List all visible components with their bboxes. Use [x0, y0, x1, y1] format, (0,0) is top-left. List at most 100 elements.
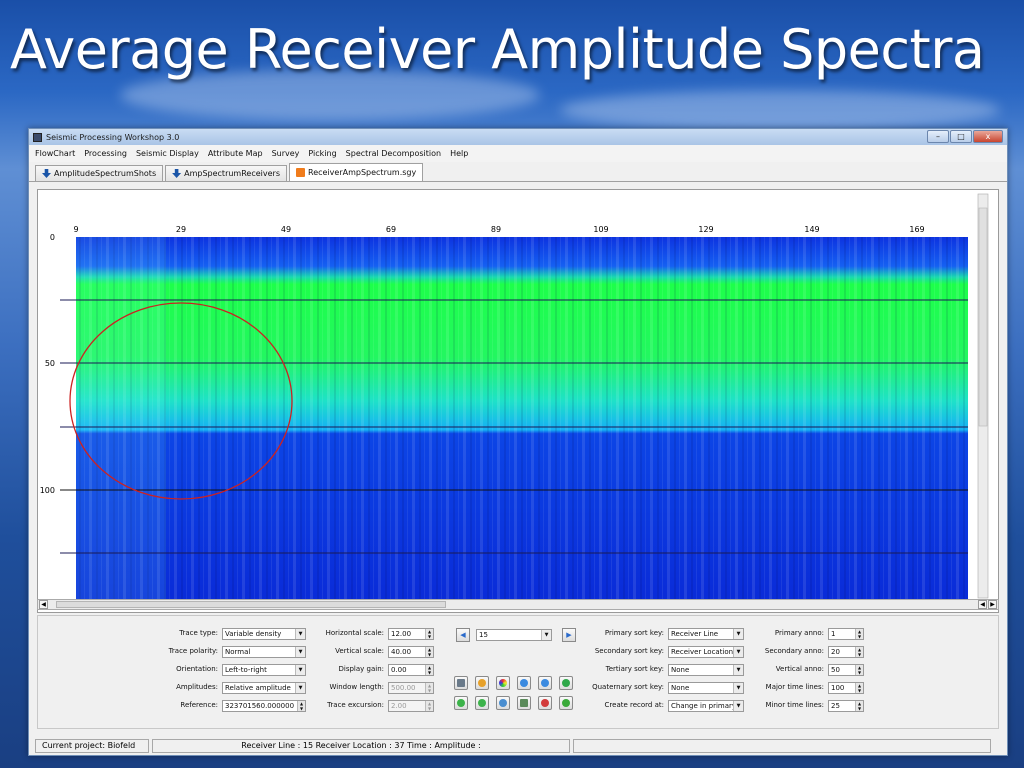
- primary-anno-field[interactable]: 1 ▲ ▼: [828, 628, 864, 640]
- vertical-scrollbar-thumb[interactable]: [978, 207, 988, 427]
- y-tick-label: 0: [50, 233, 55, 242]
- tab-label: AmplitudeSpectrumShots: [54, 169, 157, 178]
- menu-help[interactable]: Help: [450, 149, 468, 158]
- window-length-label: Window length:: [329, 683, 385, 691]
- tab-label: ReceiverAmpSpectrum.sgy: [308, 168, 417, 177]
- tab-amp-spectrum-receivers[interactable]: AmpSpectrumReceivers: [165, 165, 287, 181]
- x-tick-label: 169: [909, 225, 924, 234]
- horizontal-scrollbar-thumb[interactable]: [56, 601, 446, 608]
- tab-amplitude-spectrum-shots[interactable]: AmplitudeSpectrumShots: [35, 165, 164, 181]
- create-record-at-label: Create record at:: [604, 701, 664, 709]
- color-tool-button[interactable]: [475, 676, 489, 690]
- tab-receiver-amp-spectrum[interactable]: ReceiverAmpSpectrum.sgy: [289, 163, 424, 181]
- horizontal-scale-field[interactable]: 12.00 ▲ ▼: [388, 628, 434, 640]
- stop-button[interactable]: [538, 696, 552, 710]
- status-empty-panel: [573, 739, 991, 753]
- minor-time-lines-field[interactable]: 25 ▲ ▼: [828, 700, 864, 712]
- window-titlebar[interactable]: Seismic Processing Workshop 3.0 – □ x: [29, 129, 1007, 145]
- menu-spectral-decomposition[interactable]: Spectral Decomposition: [346, 149, 441, 158]
- spin-arrows-icon[interactable]: ▲ ▼: [425, 665, 433, 675]
- quaternary-sort-key-label: Quaternary sort key:: [592, 683, 664, 691]
- y-tick-label: 100: [40, 486, 55, 495]
- x-tick-label: 109: [593, 225, 608, 234]
- x-tick-label: 129: [698, 225, 713, 234]
- vertical-scale-field[interactable]: 40.00 ▲ ▼: [388, 646, 434, 658]
- menu-picking[interactable]: Picking: [308, 149, 336, 158]
- secondary-sort-key-label: Secondary sort key:: [594, 647, 664, 655]
- vertical-scale-label: Vertical scale:: [335, 647, 384, 655]
- secondary-sort-key-select[interactable]: Receiver Location ▼: [668, 646, 744, 658]
- vertical-anno-field[interactable]: 50 ▲ ▼: [828, 664, 864, 676]
- menu-attribute-map[interactable]: Attribute Map: [208, 149, 263, 158]
- window-title: Seismic Processing Workshop 3.0: [46, 132, 180, 142]
- maximize-button[interactable]: □: [950, 130, 972, 143]
- export-icon: [520, 699, 528, 707]
- seismic-plot[interactable]: 9 29 49 69 89 109 129 149 169 0 50 100: [38, 190, 998, 612]
- camera-icon: [457, 679, 465, 687]
- menu-seismic-display[interactable]: Seismic Display: [136, 149, 199, 158]
- undo-icon: [457, 699, 465, 707]
- palette-tool-button[interactable]: [496, 676, 510, 690]
- status-bar: Current project: Biofeld Receiver Line :…: [29, 737, 1007, 755]
- menu-survey[interactable]: Survey: [272, 149, 300, 158]
- scroll-left-icon[interactable]: ◀: [978, 600, 987, 609]
- zoom-out-icon: [541, 679, 549, 687]
- zoom-in-button[interactable]: [517, 676, 531, 690]
- zoom-out-button[interactable]: [538, 676, 552, 690]
- display-gain-label: Display gain:: [338, 665, 385, 673]
- vertical-anno-label: Vertical anno:: [775, 665, 824, 673]
- camera-tool-button[interactable]: [454, 676, 468, 690]
- spin-arrows-icon[interactable]: ▲ ▼: [425, 629, 433, 639]
- spin-arrows-icon[interactable]: ▲ ▼: [425, 701, 433, 711]
- spin-arrows-icon[interactable]: ▲ ▼: [425, 683, 433, 693]
- trace-type-label: Trace type:: [179, 629, 218, 637]
- spin-arrows-icon[interactable]: ▲ ▼: [855, 629, 863, 639]
- trace-texture: [76, 237, 166, 601]
- previous-record-button[interactable]: ◀: [456, 628, 470, 642]
- download-arrow-icon: [172, 169, 182, 178]
- pick-button[interactable]: [496, 696, 510, 710]
- spin-arrows-icon[interactable]: ▲ ▼: [855, 647, 863, 657]
- undo-button[interactable]: [454, 696, 468, 710]
- menu-flowchart[interactable]: FlowChart: [35, 149, 75, 158]
- x-tick-label: 69: [386, 225, 396, 234]
- create-record-at-select[interactable]: Change in primary ▼: [668, 700, 744, 712]
- slide-title: Average Receiver Amplitude Spectra: [10, 18, 985, 81]
- major-time-lines-field[interactable]: 100 ▲ ▼: [828, 682, 864, 694]
- quaternary-sort-key-select[interactable]: None ▼: [668, 682, 744, 694]
- scroll-left-icon[interactable]: ◀: [39, 600, 48, 609]
- tertiary-sort-key-select[interactable]: None ▼: [668, 664, 744, 676]
- spin-arrows-icon[interactable]: ▲ ▼: [855, 683, 863, 693]
- menu-processing[interactable]: Processing: [84, 149, 127, 158]
- redo-button[interactable]: [475, 696, 489, 710]
- app-icon: [33, 132, 42, 142]
- record-select[interactable]: 15 ▼: [476, 629, 552, 641]
- primary-sort-key-label: Primary sort key:: [604, 629, 664, 637]
- x-tick-label: 9: [73, 225, 78, 234]
- status-cursor-info: Receiver Line : 15 Receiver Location : 3…: [152, 739, 570, 753]
- display-controls-panel: Trace type: Variable density ▼ Trace pola…: [37, 615, 999, 729]
- export-button[interactable]: [517, 696, 531, 710]
- secondary-anno-label: Secondary anno:: [764, 647, 824, 655]
- spin-arrows-icon[interactable]: ▲ ▼: [425, 647, 433, 657]
- close-button[interactable]: x: [973, 130, 1003, 143]
- background-cloud: [560, 90, 1000, 130]
- display-gain-field[interactable]: 0.00 ▲ ▼: [388, 664, 434, 676]
- pick-icon: [499, 699, 507, 707]
- orientation-label: Orientation:: [176, 665, 218, 673]
- palette-icon: [499, 679, 507, 687]
- minimize-button[interactable]: –: [927, 130, 949, 143]
- major-time-lines-label: Major time lines:: [765, 683, 824, 691]
- reference-label: Reference:: [180, 701, 218, 709]
- window-length-field[interactable]: 500.00 ▲ ▼: [388, 682, 434, 694]
- tab-label: AmpSpectrumReceivers: [184, 169, 280, 178]
- spin-arrows-icon[interactable]: ▲ ▼: [855, 701, 863, 711]
- tertiary-sort-key-label: Tertiary sort key:: [605, 665, 664, 673]
- secondary-anno-field[interactable]: 20 ▲ ▼: [828, 646, 864, 658]
- spin-arrows-icon[interactable]: ▲ ▼: [855, 665, 863, 675]
- primary-sort-key-select[interactable]: Receiver Line ▼: [668, 628, 744, 640]
- scroll-right-icon[interactable]: ▶: [988, 600, 997, 609]
- trace-excursion-field[interactable]: 2.00 ▲ ▼: [388, 700, 434, 712]
- menu-bar: FlowChart Processing Seismic Display Att…: [29, 145, 1007, 162]
- horizontal-scrollbar[interactable]: ◀ ◀ ▶: [37, 599, 999, 610]
